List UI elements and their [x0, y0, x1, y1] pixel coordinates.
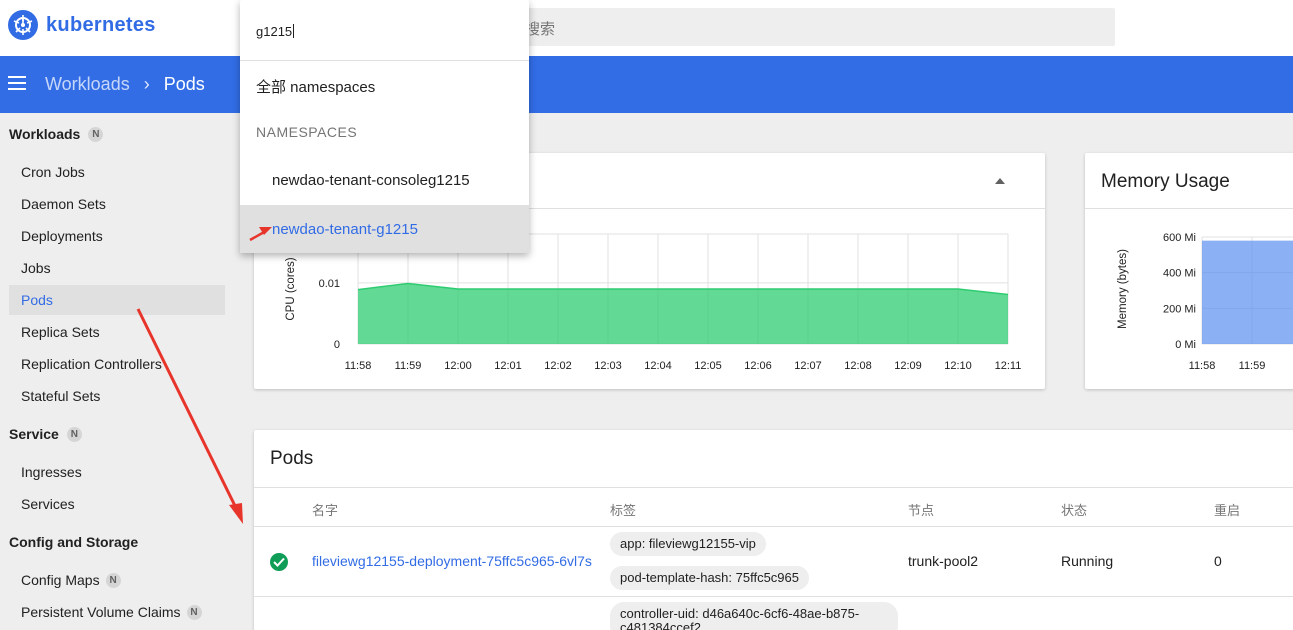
column-header-name[interactable]: 名字 [312, 500, 338, 519]
x-tick-label: 12:00 [444, 360, 472, 372]
memory-usage-card: Memory Usage 0 Mi 200 Mi 400 Mi 600 Mi 11:58… [1085, 153, 1293, 389]
x-tick-label: 11:58 [345, 360, 372, 372]
table-header: 名字 标签 节点 状态 重启 [254, 487, 1293, 527]
pods-title: Pods [270, 448, 314, 469]
y-tick-label: 0 Mi [1175, 339, 1196, 351]
x-tick-label: 12:10 [944, 360, 972, 372]
namespace-option-all[interactable]: 全部 namespaces [256, 76, 375, 97]
sidebar-item-config-maps[interactable]: Config Maps N [9, 565, 225, 595]
sidebar-item-ingresses[interactable]: Ingresses [9, 457, 225, 487]
x-tick-label: 12:04 [644, 360, 672, 372]
sidebar-item-services[interactable]: Services [9, 489, 225, 519]
kubernetes-logo[interactable]: kubernetes [8, 10, 156, 40]
chevron-right-icon: › [143, 74, 150, 94]
label-chip: controller-uid: d46a640c-6cf6-48ae-b875-… [610, 602, 898, 630]
sidebar-item-jobs[interactable]: Jobs [9, 253, 225, 283]
series-area [1202, 240, 1293, 344]
namespace-section-header: NAMESPACES [256, 124, 358, 140]
sidebar-item-stateful-sets[interactable]: Stateful Sets [9, 381, 225, 411]
sidebar-item-daemon-sets[interactable]: Daemon Sets [9, 189, 225, 219]
breadcrumb-current: Pods [163, 74, 205, 94]
y-tick-label: 0.01 [319, 278, 340, 290]
y-axis-label: Memory (bytes) [1117, 249, 1129, 329]
toolbar: Workloads › Pods [0, 56, 1293, 113]
table-row: controller-uid: d46a640c-6cf6-48ae-b875-… [254, 597, 1293, 630]
x-tick-label: 12:02 [544, 360, 572, 372]
sidebar-item-replication-controllers[interactable]: Replication Controllers [9, 349, 225, 379]
search-input[interactable]: 搜索 [505, 8, 1115, 46]
table-row: fileviewg12155-deployment-75ffc5c965-6vl… [254, 527, 1293, 597]
namespaced-badge: N [105, 572, 121, 588]
sidebar-item-cron-jobs[interactable]: Cron Jobs [9, 157, 225, 187]
kubernetes-wheel-icon [8, 10, 38, 40]
x-tick-label: 12:11 [995, 360, 1022, 372]
label-chip: pod-template-hash: 75ffc5c965 [610, 566, 809, 590]
pod-name-link[interactable]: fileviewg12155-deployment-75ffc5c965-6vl… [312, 553, 592, 569]
sidebar: Workloads N Cron Jobs Daemon Sets Deploy… [0, 113, 240, 630]
namespaced-badge: N [186, 604, 202, 620]
section-label: Workloads [9, 126, 81, 142]
x-tick-label: 12:06 [744, 360, 772, 372]
sidebar-section-service[interactable]: Service N [9, 426, 82, 442]
pod-status: Running [1061, 553, 1114, 569]
app-name: kubernetes [46, 13, 156, 36]
x-tick-label: 11:59 [1239, 360, 1266, 372]
pod-node[interactable]: trunk-pool2 [908, 553, 978, 569]
section-label: Config and Storage [9, 534, 139, 550]
sidebar-section-config-storage[interactable]: Config and Storage [9, 534, 138, 550]
column-header-node[interactable]: 节点 [908, 500, 934, 519]
x-tick-label: 12:01 [494, 360, 522, 372]
sidebar-section-workloads[interactable]: Workloads N [9, 126, 104, 142]
namespace-dropdown: g1215 全部 namespaces NAMESPACES newdao-te… [240, 0, 529, 253]
namespace-option[interactable]: newdao-tenant-consoleg1215 [240, 156, 529, 204]
breadcrumb-workloads[interactable]: Workloads [45, 74, 130, 95]
x-tick-label: 12:09 [894, 360, 922, 372]
hamburger-menu-icon[interactable] [8, 76, 26, 90]
pod-restarts: 0 [1214, 553, 1222, 569]
sidebar-item-pods[interactable]: Pods [9, 285, 225, 315]
column-header-labels: 标签 [610, 503, 637, 518]
status-running-icon [270, 553, 288, 571]
namespace-option-selected[interactable]: newdao-tenant-g1215 [240, 205, 529, 253]
sidebar-item-deployments[interactable]: Deployments [9, 221, 225, 251]
x-tick-label: 11:58 [1189, 360, 1216, 372]
y-tick-label: 200 Mi [1163, 303, 1196, 315]
y-axis-label: CPU (cores) [285, 257, 297, 320]
pods-card: Pods 名字 标签 节点 状态 重启 fileviewg12155-deplo… [254, 430, 1293, 630]
namespace-filter-value: g1215 [256, 24, 293, 39]
memory-usage-chart: 0 Mi200 Mi400 Mi600 Mi11:5811:591Memory … [1117, 232, 1293, 372]
sidebar-item-label: Config Maps [21, 572, 100, 588]
x-tick-label: 12:07 [794, 360, 822, 372]
x-tick-label: 12:03 [594, 360, 622, 372]
column-header-status[interactable]: 状态 [1061, 500, 1087, 519]
y-tick-label: 400 Mi [1163, 268, 1196, 280]
sidebar-item-persistent-volume-claims[interactable]: Persistent Volume Claims N [9, 597, 225, 627]
text-cursor [293, 24, 295, 38]
label-chip: app: fileviewg12155-vip [610, 532, 766, 556]
namespaced-badge: N [88, 126, 104, 142]
top-bar: kubernetes 搜索 [0, 0, 1293, 56]
sidebar-item-label: Persistent Volume Claims [21, 604, 181, 620]
y-tick-label: 600 Mi [1163, 232, 1196, 244]
breadcrumb: Workloads › Pods [45, 74, 205, 95]
search-placeholder: 搜索 [525, 21, 556, 38]
section-label: Service [9, 426, 59, 442]
column-header-restarts[interactable]: 重启 [1214, 500, 1240, 519]
y-tick-label: 0 [334, 339, 340, 351]
x-tick-label: 12:05 [694, 360, 722, 372]
sidebar-item-replica-sets[interactable]: Replica Sets [9, 317, 225, 347]
x-tick-label: 11:59 [395, 360, 422, 372]
dropdown-divider [240, 60, 529, 61]
series-area [358, 283, 1008, 344]
namespaced-badge: N [66, 426, 82, 442]
namespace-filter-input[interactable]: g1215 [256, 24, 295, 39]
x-tick-label: 12:08 [844, 360, 872, 372]
